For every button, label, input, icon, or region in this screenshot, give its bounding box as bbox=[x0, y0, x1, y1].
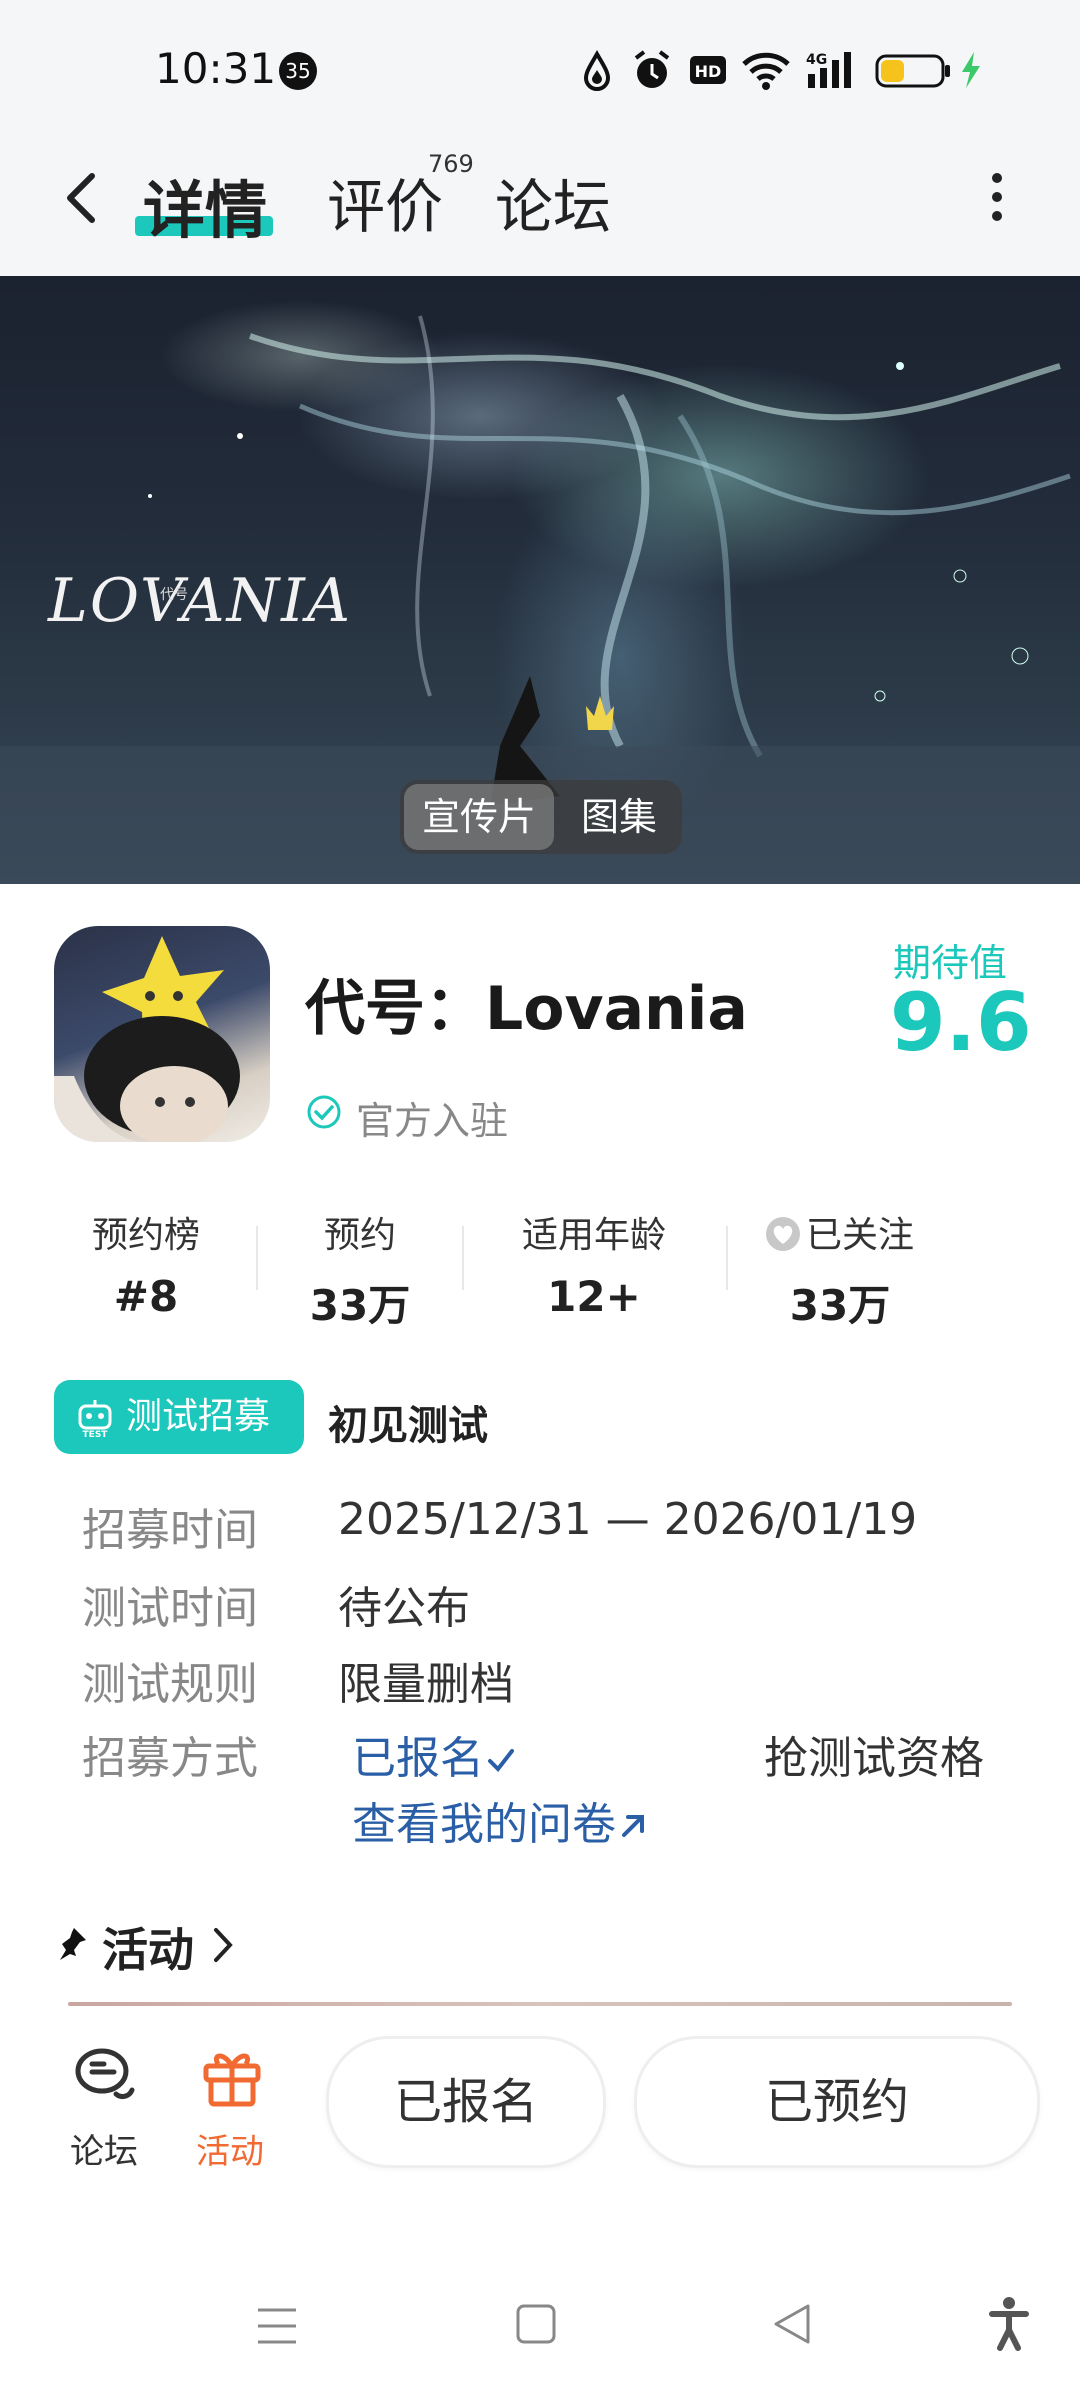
banner-game-logo: LOVANIA bbox=[48, 566, 353, 636]
back-arrow-icon[interactable] bbox=[58, 168, 108, 228]
test-rule-label: 测试规则 bbox=[82, 1659, 258, 1710]
test-robot-icon: TEST bbox=[78, 1400, 112, 1438]
view-questionnaire-text: 查看我的问卷 bbox=[352, 1799, 616, 1850]
reserved-button[interactable]: 已预约 bbox=[634, 2036, 1040, 2168]
gift-icon[interactable] bbox=[200, 2044, 264, 2108]
review-count: 769 bbox=[428, 150, 474, 178]
expectation-score: 9.6 bbox=[890, 976, 1032, 1069]
game-app-icon bbox=[54, 926, 270, 1142]
back-triangle-icon[interactable] bbox=[770, 2300, 814, 2348]
alarm-icon bbox=[634, 50, 670, 88]
stat-divider bbox=[256, 1226, 258, 1290]
registered-status-link[interactable]: 已报名 bbox=[352, 1722, 518, 1786]
game-title: 代号：Lovania bbox=[305, 974, 748, 1044]
grab-test-qualification-link[interactable]: 抢测试资格 bbox=[764, 1722, 984, 1786]
home-icon[interactable] bbox=[514, 2302, 558, 2346]
svg-text:TEST: TEST bbox=[83, 1430, 109, 1438]
battery-icon bbox=[875, 54, 950, 88]
followed-heart-icon bbox=[766, 1217, 800, 1251]
menu-icon[interactable] bbox=[254, 2304, 300, 2348]
view-questionnaire-link[interactable]: 查看我的问卷 bbox=[352, 1788, 650, 1852]
nav-forum-label[interactable]: 论坛 bbox=[70, 2124, 138, 2173]
recruit-method-label: 招募方式 bbox=[82, 1733, 258, 1784]
registered-status-text: 已报名 bbox=[352, 1733, 484, 1784]
banner-logo-caption: 代号 bbox=[160, 587, 188, 603]
stat-followed-value: 33万 bbox=[789, 1281, 891, 1330]
check-icon bbox=[488, 1749, 514, 1773]
stat-followed-label: 已关注 bbox=[806, 1215, 915, 1256]
test-time-label: 测试时间 bbox=[82, 1583, 258, 1634]
stat-rank-value: #8 bbox=[113, 1272, 179, 1321]
charging-icon bbox=[962, 52, 980, 88]
data-saver-icon bbox=[583, 50, 611, 91]
game-icon-art bbox=[54, 936, 240, 1142]
stat-age-label: 适用年龄 bbox=[521, 1215, 666, 1256]
official-verified-label: 官方入驻 bbox=[356, 1099, 509, 1143]
status-time: 10:31 bbox=[155, 44, 277, 93]
gallery-tab-button[interactable]: 图集 bbox=[560, 784, 678, 850]
test-recruit-label: 测试招募 bbox=[126, 1396, 271, 1437]
accessibility-icon[interactable] bbox=[988, 2296, 1030, 2352]
4g-signal-icon: 4G bbox=[806, 52, 851, 88]
stat-reservations-label: 预约 bbox=[323, 1215, 396, 1256]
hd-icon: HD bbox=[690, 56, 726, 84]
pin-icon bbox=[60, 1928, 86, 1960]
stat-divider bbox=[462, 1226, 464, 1290]
svg-text:4G: 4G bbox=[806, 52, 827, 68]
test-time-value: 待公布 bbox=[338, 1583, 470, 1634]
activity-section-title[interactable]: 活动 bbox=[102, 1914, 194, 1980]
test-rule-value: 限量删档 bbox=[338, 1659, 514, 1710]
nav-activity-label[interactable]: 活动 bbox=[196, 2124, 264, 2173]
external-arrow-icon bbox=[622, 1815, 644, 1837]
wifi-icon bbox=[742, 52, 790, 90]
chevron-right-icon[interactable] bbox=[212, 1926, 234, 1964]
stat-divider bbox=[726, 1226, 728, 1290]
tab-detail[interactable]: 详情 bbox=[143, 160, 267, 250]
stat-age-value: 12+ bbox=[547, 1272, 641, 1321]
signed-up-button[interactable]: 已报名 bbox=[326, 2036, 606, 2168]
verified-check-icon bbox=[307, 1095, 341, 1129]
recruit-time-value: 2025/12/31 — 2026/01/19 bbox=[338, 1494, 918, 1545]
video-tab-button[interactable]: 宣传片 bbox=[404, 784, 554, 850]
notification-count-badge: 35 bbox=[279, 52, 317, 90]
more-options-icon[interactable] bbox=[990, 170, 1004, 224]
test-recruit-badge: TEST 测试招募 bbox=[54, 1380, 304, 1454]
stat-reservations-value: 33万 bbox=[309, 1281, 411, 1330]
forum-chat-icon[interactable] bbox=[72, 2044, 138, 2106]
tab-forum[interactable]: 论坛 bbox=[495, 160, 611, 244]
stat-rank-label: 预约榜 bbox=[91, 1215, 200, 1256]
recruit-time-label: 招募时间 bbox=[82, 1505, 258, 1556]
tab-review[interactable]: 评价 bbox=[327, 160, 443, 244]
svg-text:HD: HD bbox=[695, 62, 722, 81]
test-name: 初见测试 bbox=[328, 1403, 488, 1449]
